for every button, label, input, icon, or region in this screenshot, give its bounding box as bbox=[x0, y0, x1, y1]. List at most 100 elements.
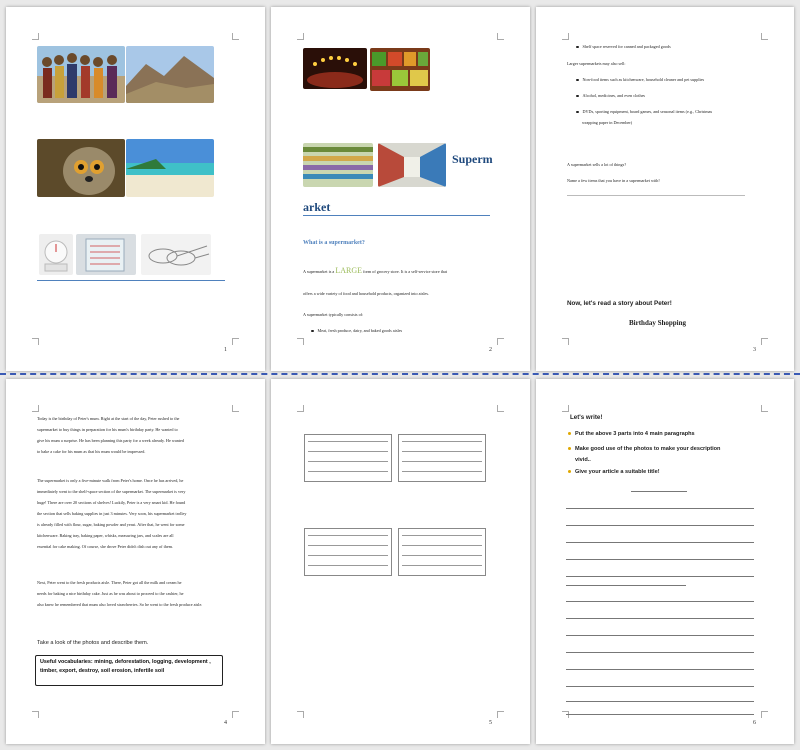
kitchen-scale-photo bbox=[39, 234, 73, 275]
writing-line[interactable] bbox=[566, 508, 754, 509]
bullet-icon bbox=[568, 470, 571, 474]
crop-mark bbox=[562, 405, 569, 412]
story-line: essential for cake making. Of course, sh… bbox=[37, 544, 173, 549]
body-text: offers a wide variety of food and househ… bbox=[303, 291, 430, 296]
crop-mark bbox=[497, 405, 504, 412]
measuring-jug-photo bbox=[76, 234, 136, 275]
writing-line[interactable] bbox=[566, 686, 754, 687]
story-line: kitchenware. Baking tray, baking paper, … bbox=[37, 533, 174, 538]
writing-line-short[interactable] bbox=[566, 585, 686, 586]
crop-mark bbox=[232, 711, 239, 718]
page-number: 1 bbox=[224, 347, 227, 353]
story-line: The supermarket is only a five-minute wa… bbox=[37, 478, 184, 483]
instruction-text: Put the above 3 parts into 4 main paragr… bbox=[575, 431, 695, 437]
writing-line[interactable] bbox=[566, 601, 754, 602]
crop-mark bbox=[232, 405, 239, 412]
crop-mark bbox=[761, 711, 768, 718]
writing-line[interactable] bbox=[566, 714, 754, 715]
crop-mark bbox=[232, 33, 239, 40]
crop-mark bbox=[297, 338, 304, 345]
page-title-part2: arket bbox=[303, 200, 331, 214]
bullet-icon bbox=[311, 329, 314, 333]
crop-mark bbox=[297, 33, 304, 40]
lemur-photo bbox=[37, 139, 125, 197]
crop-mark bbox=[232, 338, 239, 345]
answer-line bbox=[567, 195, 745, 196]
large-word: LARGE bbox=[335, 266, 363, 275]
crop-mark bbox=[761, 338, 768, 345]
story-line: supermarket to buy things in preparation… bbox=[37, 427, 178, 432]
writing-box-bottom-right[interactable] bbox=[398, 528, 486, 576]
page-3: Shelf space reserved for canned and pack… bbox=[536, 7, 794, 371]
bullet-text: Non-food items such as kitchenware, hous… bbox=[582, 77, 705, 82]
question-text: Name a few items that you have in a supe… bbox=[567, 178, 660, 183]
supermarket-aisle-photo bbox=[378, 143, 446, 187]
story-line: immediately went to the shelf-space sect… bbox=[37, 489, 186, 494]
writing-box-bottom-left[interactable] bbox=[304, 528, 392, 576]
writing-line[interactable] bbox=[566, 618, 754, 619]
bullet-icon bbox=[576, 110, 579, 114]
story-line: Today is the birthday of Peter's mum. Ri… bbox=[37, 416, 180, 421]
photo-prompt: Take a look of the photos and describe t… bbox=[37, 640, 149, 646]
story-title: Birthday Shopping bbox=[629, 319, 686, 327]
bullet-item: DVDs, sporting equipment, board games, a… bbox=[576, 106, 776, 117]
fresh-produce-photo bbox=[370, 48, 430, 91]
page-number: 2 bbox=[489, 347, 492, 353]
bullet-text: DVDs, sporting equipment, board games, a… bbox=[582, 109, 713, 114]
instruction-item: Put the above 3 parts into 4 main paragr… bbox=[568, 431, 695, 437]
story-line: also knew he remembered that mum also lo… bbox=[37, 602, 203, 607]
writing-line[interactable] bbox=[566, 701, 754, 702]
whisks-photo bbox=[141, 234, 211, 275]
vocabulary-box: Useful vocabularies: mining, deforestati… bbox=[35, 655, 223, 686]
story-line: needs for baking a nice birthday cake. J… bbox=[37, 591, 184, 596]
body-text-part: A supermarket is a bbox=[303, 269, 336, 274]
writing-line[interactable] bbox=[566, 669, 754, 670]
story-line: is already filled with flour, sugar, bak… bbox=[37, 522, 185, 527]
story-line: give his mum a surprise. He has been pla… bbox=[37, 438, 184, 443]
crop-mark bbox=[497, 33, 504, 40]
bullet-item: Alcohol, medicines, and even clothes bbox=[576, 90, 776, 101]
title-write-line[interactable] bbox=[631, 491, 687, 492]
tropical-beach-photo bbox=[126, 139, 214, 197]
bullet-icon bbox=[568, 432, 571, 436]
crop-mark bbox=[562, 33, 569, 40]
crop-mark bbox=[32, 711, 39, 718]
crop-mark bbox=[761, 405, 768, 412]
story-line: Next, Peter went to the fresh products a… bbox=[37, 580, 182, 585]
story-line: to bake a cake for his mum as that his m… bbox=[37, 449, 146, 454]
writing-line[interactable] bbox=[566, 525, 754, 526]
writing-box-top-left[interactable] bbox=[304, 434, 392, 482]
writing-line[interactable] bbox=[566, 635, 754, 636]
writing-line[interactable] bbox=[566, 542, 754, 543]
writing-line[interactable] bbox=[566, 576, 754, 577]
section-heading: Let's write! bbox=[570, 414, 603, 421]
page-6: Let's write! Put the above 3 parts into … bbox=[536, 379, 794, 744]
crop-mark bbox=[761, 33, 768, 40]
page-title-part1: Superm bbox=[452, 152, 493, 166]
bullet-icon bbox=[576, 45, 579, 49]
bullet-item: Shelf space reserved for canned and pack… bbox=[576, 41, 776, 52]
instruction-item: Make good use of the photos to make your… bbox=[568, 446, 720, 452]
story-line: huge! There are over 20 sections of shel… bbox=[37, 500, 186, 505]
page-1: 1 bbox=[6, 7, 265, 371]
women-carrying-baskets-photo bbox=[37, 46, 125, 103]
writing-box-top-right[interactable] bbox=[398, 434, 486, 482]
bullet-item: Meat, fresh produce, dairy, and baked go… bbox=[311, 325, 501, 336]
page-4: Today is the birthday of Peter's mum. Ri… bbox=[6, 379, 265, 744]
crop-mark bbox=[297, 405, 304, 412]
crop-mark bbox=[497, 711, 504, 718]
instruction-text: vivid.. bbox=[575, 457, 591, 463]
body-text: Larger supermarkets may also sell: bbox=[567, 61, 626, 66]
page-number: 6 bbox=[753, 720, 756, 726]
writing-line[interactable] bbox=[566, 652, 754, 653]
section-rule bbox=[37, 280, 225, 281]
page-number: 5 bbox=[489, 720, 492, 726]
crop-mark bbox=[32, 338, 39, 345]
crop-mark bbox=[497, 338, 504, 345]
bullet-text: Meat, fresh produce, dairy, and baked go… bbox=[317, 328, 403, 333]
instruction-item: Give your article a suitable title! bbox=[568, 469, 660, 475]
writing-line[interactable] bbox=[566, 559, 754, 560]
title-rule bbox=[303, 215, 490, 216]
crop-mark bbox=[32, 33, 39, 40]
question-text: A supermarket sells a lot of things? bbox=[567, 162, 627, 167]
